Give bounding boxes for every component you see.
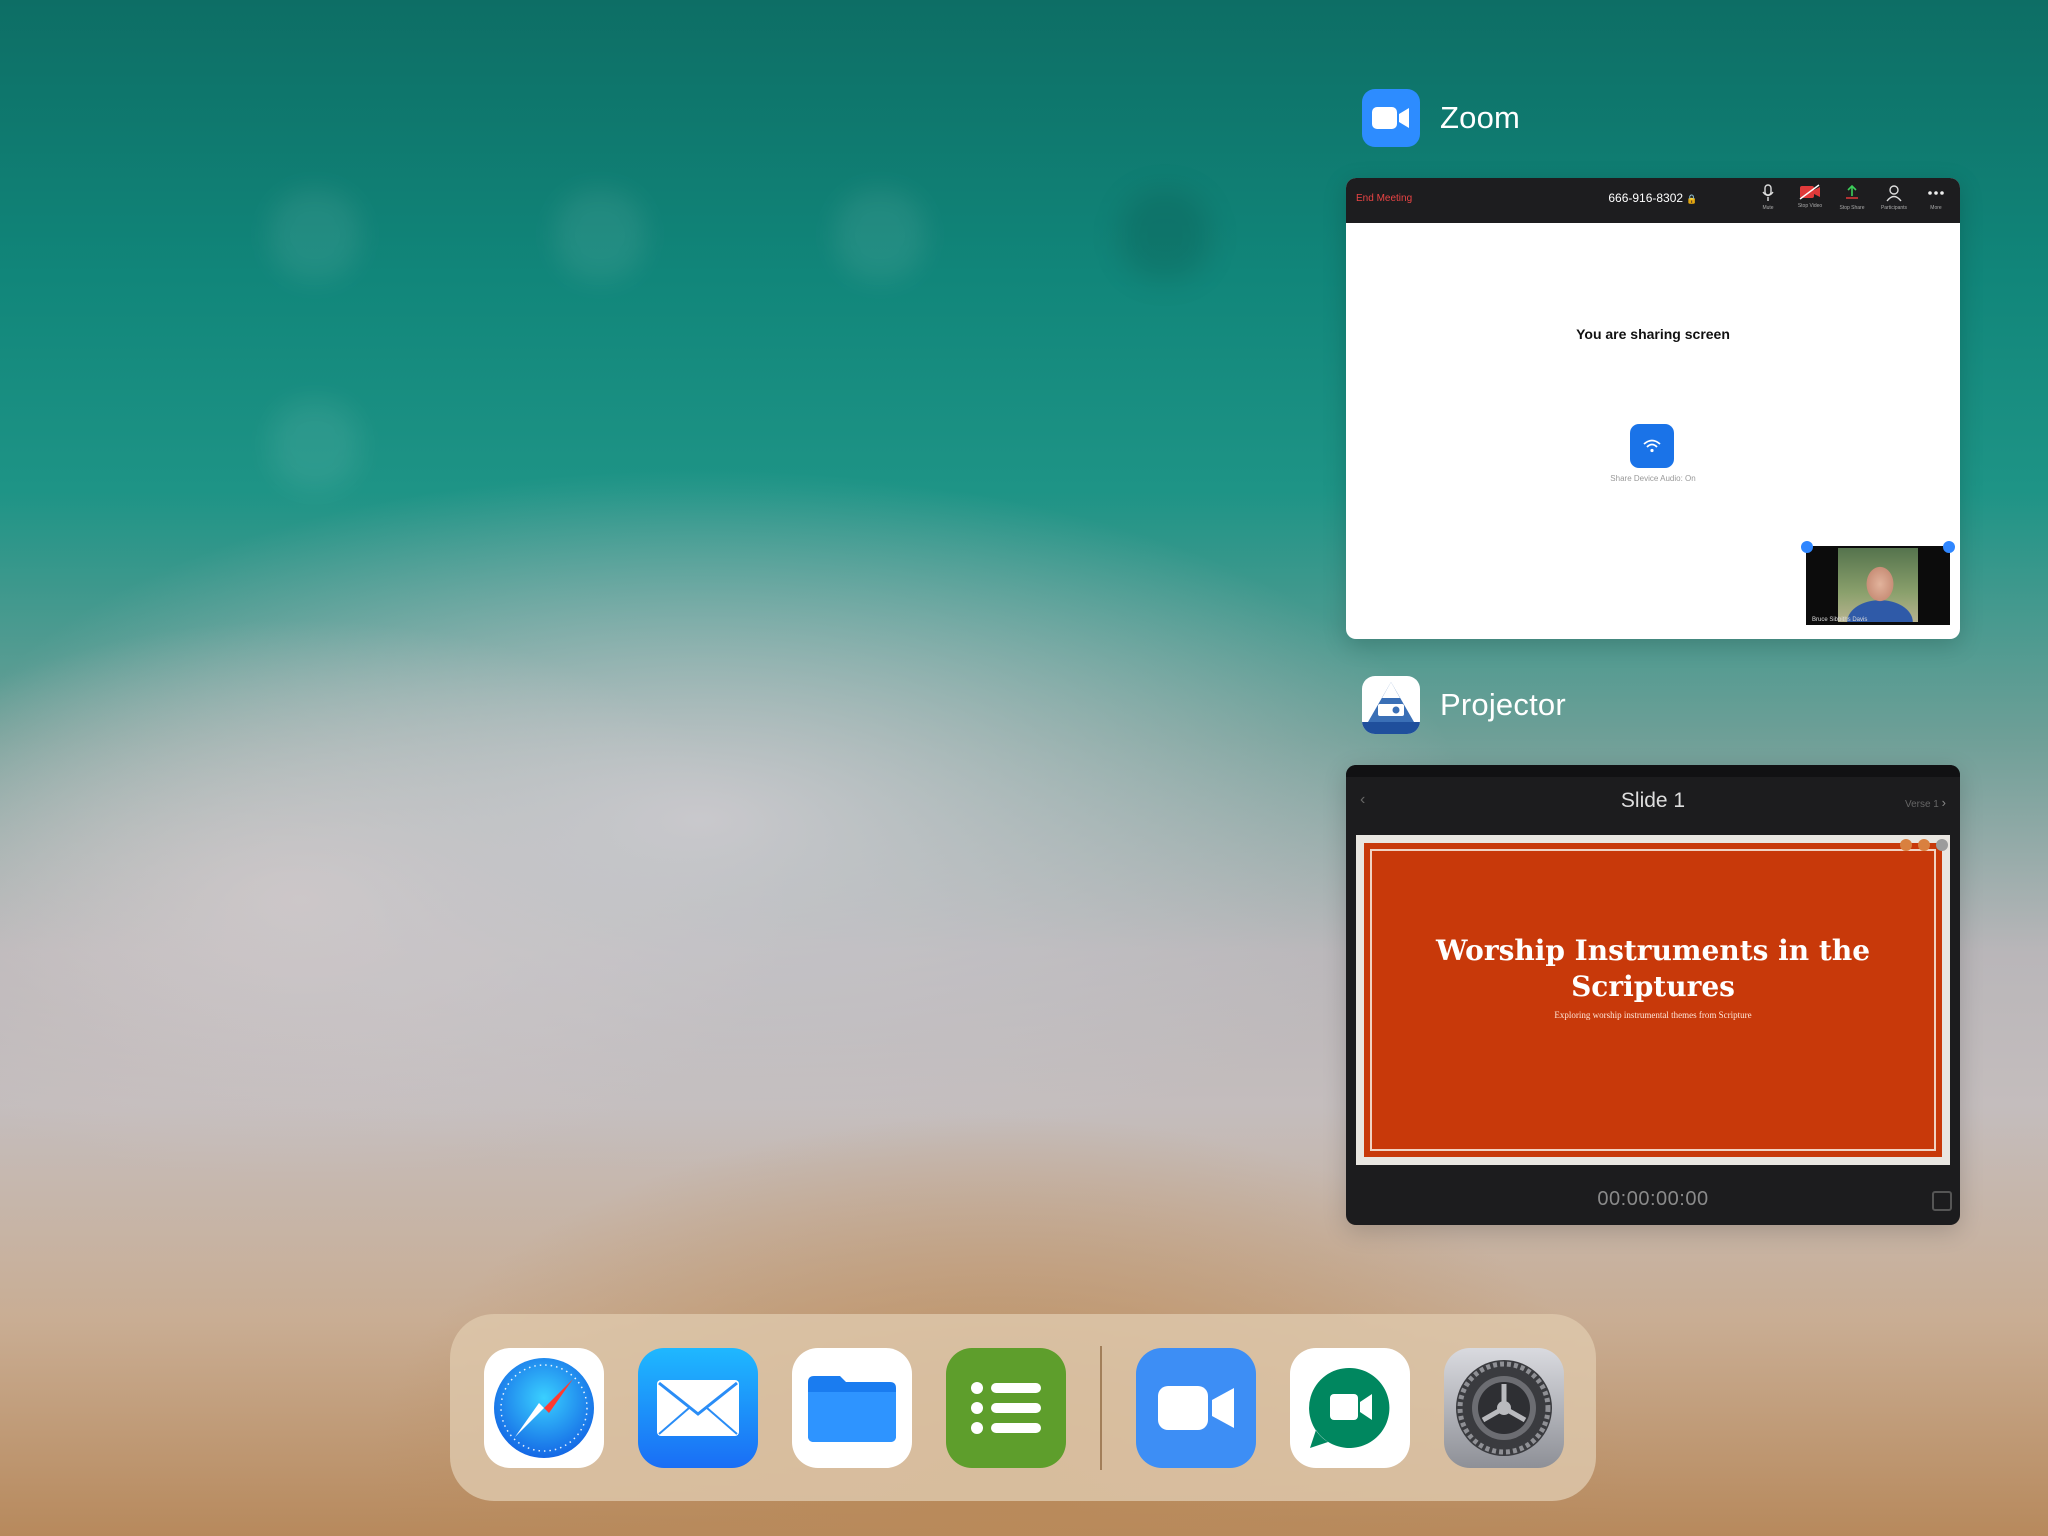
participants-button[interactable]: Participants <box>1880 184 1908 211</box>
dock <box>450 1314 1596 1501</box>
participant-name: Bruce Sibbiths Davis <box>1812 617 1868 623</box>
more-icon <box>1928 191 1944 195</box>
video-off-icon <box>1799 184 1820 200</box>
slide-preview[interactable]: Worship Instruments in the Scriptures Ex… <box>1356 835 1950 1165</box>
participants-icon <box>1886 185 1902 202</box>
projector-app-name: Projector <box>1440 687 1566 722</box>
dock-safari[interactable] <box>484 1348 604 1468</box>
audio-wave-icon <box>1643 439 1661 453</box>
share-screen-icon <box>1846 184 1858 199</box>
projector-header: ‹ Slide 1 Verse 1 › <box>1346 777 1960 827</box>
dock-lists[interactable] <box>946 1348 1066 1468</box>
more-caption: More <box>1930 205 1942 211</box>
mail-envelope-icon <box>657 1380 739 1436</box>
fullscreen-icon[interactable] <box>1932 1191 1952 1211</box>
dock-zoom[interactable] <box>1136 1348 1256 1468</box>
slide-control-dot[interactable] <box>1936 839 1948 851</box>
next-verse-link[interactable]: Verse 1 › <box>1905 795 1946 810</box>
dock-google-meet[interactable] <box>1290 1348 1410 1468</box>
lock-icon: 🔒 <box>1686 194 1698 204</box>
resize-handle-right[interactable] <box>1943 541 1955 553</box>
stop-video-caption: Stop Video <box>1797 203 1823 209</box>
slide-header-title: Slide 1 <box>1620 789 1686 812</box>
slide-control-dot[interactable] <box>1900 839 1912 851</box>
verse-label: Verse 1 <box>1904 799 1939 810</box>
zoom-app-label[interactable]: Zoom <box>1362 89 1520 147</box>
folder-icon <box>808 1376 896 1442</box>
blurred-home-icon <box>835 190 925 280</box>
slide-canvas: Worship Instruments in the Scriptures Ex… <box>1364 843 1942 1157</box>
mute-button[interactable]: Mute <box>1754 184 1782 211</box>
projector-app-label[interactable]: Projector <box>1362 676 1566 734</box>
microphone-icon <box>1762 184 1774 201</box>
blurred-home-icon <box>270 400 360 490</box>
chevron-right-icon: › <box>1941 795 1946 810</box>
blurred-home-icon <box>270 190 360 280</box>
zoom-camera-icon <box>1158 1386 1234 1430</box>
zoom-toolbar: End Meeting 666-916-8302 🔒 Mute Stop Vid… <box>1346 178 1960 223</box>
participant-video-feed <box>1838 548 1918 622</box>
resize-handle-left[interactable] <box>1801 541 1813 553</box>
self-video-thumbnail[interactable]: Bruce Sibbiths Davis <box>1806 546 1950 625</box>
sharing-status-text: You are sharing screen <box>1576 326 1730 342</box>
zoom-app-snapshot[interactable]: End Meeting 666-916-8302 🔒 Mute Stop Vid… <box>1346 178 1960 639</box>
stop-share-button[interactable]: Stop Share <box>1838 184 1866 211</box>
slide-subtitle: Exploring worship instrumental themes fr… <box>1554 1010 1752 1020</box>
participants-caption: Participants <box>1880 205 1908 211</box>
more-button[interactable]: More <box>1922 184 1950 211</box>
blurred-home-icon <box>555 190 645 280</box>
safari-compass-icon <box>494 1358 594 1458</box>
projector-app-icon <box>1362 676 1420 734</box>
blurred-home-icon <box>1120 190 1210 280</box>
share-device-audio-button[interactable] <box>1630 424 1674 468</box>
zoom-app-name: Zoom <box>1440 100 1521 135</box>
projector-status-bar <box>1346 765 1960 777</box>
slide-title: Worship Instruments in the Scriptures <box>1435 934 1871 1003</box>
zoom-app-icon <box>1362 89 1420 147</box>
dock-mail[interactable] <box>638 1348 758 1468</box>
google-meet-icon <box>1309 1367 1390 1448</box>
slide-controls <box>1900 839 1948 851</box>
dock-settings[interactable] <box>1444 1348 1564 1468</box>
dock-files[interactable] <box>792 1348 912 1468</box>
stop-video-button[interactable]: Stop Video <box>1796 184 1824 211</box>
timecode: 00:00:00:00 <box>1597 1188 1709 1210</box>
slide-control-dot[interactable] <box>1918 839 1930 851</box>
list-icon <box>971 1382 1041 1434</box>
share-device-audio-caption: Share Device Audio: On <box>1610 474 1696 483</box>
meeting-id-text: 666-916-8302 <box>1608 191 1684 205</box>
dock-divider <box>1100 1346 1102 1470</box>
mute-caption: Mute <box>1762 205 1774 211</box>
zoom-toolbar-tools: Mute Stop Video Stop Share Participants … <box>1754 184 1950 211</box>
gear-icon <box>1456 1360 1552 1456</box>
stop-share-caption: Stop Share <box>1839 205 1865 211</box>
projector-app-snapshot[interactable]: ‹ Slide 1 Verse 1 › Worship Instruments … <box>1346 765 1960 1225</box>
